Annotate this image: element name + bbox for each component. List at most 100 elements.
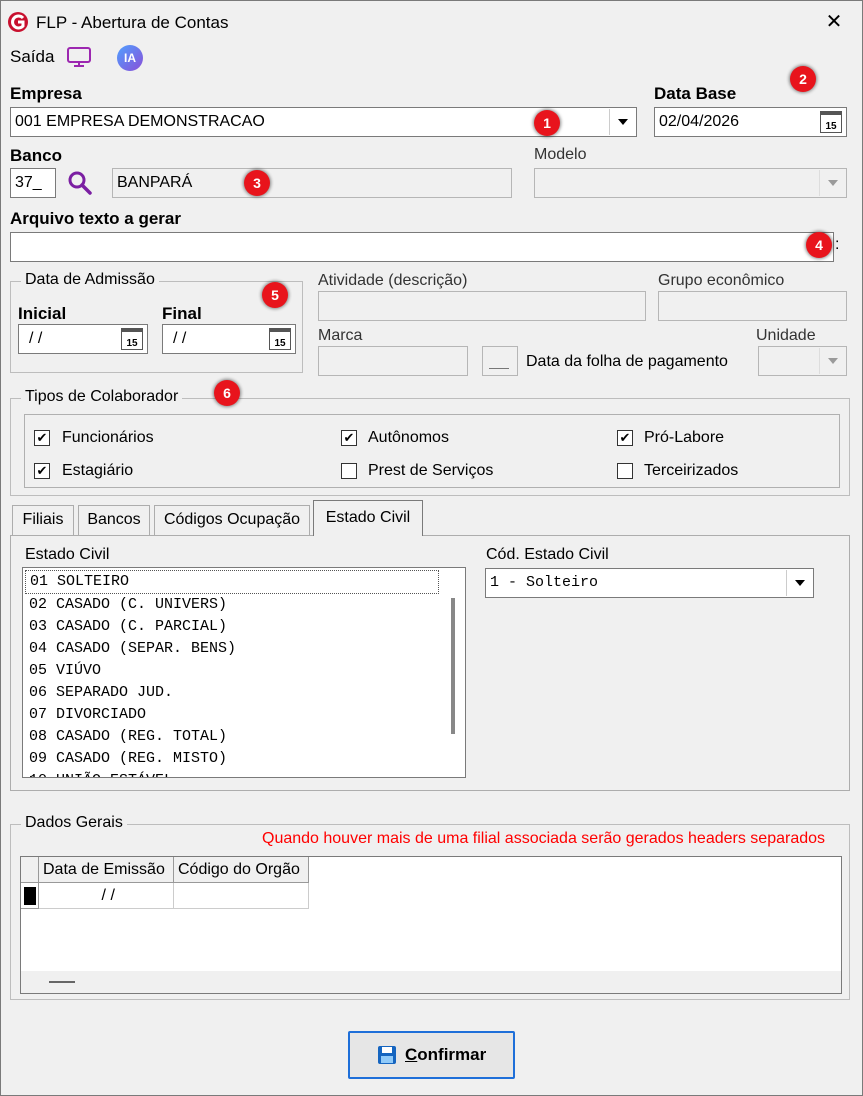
grid-cell-codigo-orgao[interactable] [174, 883, 309, 909]
grid-cell-data-emissao[interactable]: / / [39, 883, 174, 909]
tipos-title: Tipos de Colaborador [21, 388, 183, 406]
banco-label: Banco [10, 146, 62, 165]
grid-corner [21, 857, 39, 883]
grupo-label: Grupo econômico [658, 272, 785, 289]
autonomos-label: Autônomos [368, 429, 449, 446]
inicial-value: / / [29, 330, 43, 347]
unidade-label: Unidade [756, 327, 816, 344]
checkbox-pro-labore[interactable]: ✔ [617, 430, 633, 446]
list-item[interactable]: 01 SOLTEIRO [25, 570, 439, 594]
chevron-down-icon[interactable] [819, 170, 845, 196]
final-label: Final [162, 304, 202, 323]
annotation-badge: 4 [806, 232, 832, 258]
tab-bancos[interactable]: Bancos [78, 505, 150, 535]
ia-icon[interactable]: IA [117, 45, 143, 71]
estado-civil-listbox[interactable]: 01 SOLTEIRO 02 CASADO (C. UNIVERS) 03 CA… [22, 567, 466, 778]
final-value: / / [173, 330, 187, 347]
data-base-field[interactable]: 02/04/2026 15 [654, 107, 847, 137]
list-item[interactable]: 04 CASADO (SEPAR. BENS) [25, 638, 439, 660]
tab-estado-civil[interactable]: Estado Civil [313, 500, 423, 536]
cod-estado-civil-select[interactable]: 1 - Solteiro [485, 568, 814, 598]
list-item[interactable]: 06 SEPARADO JUD. [25, 682, 439, 704]
list-item[interactable]: 02 CASADO (C. UNIVERS) [25, 594, 439, 616]
cod-estado-civil-label: Cód. Estado Civil [486, 546, 609, 563]
data-base-value: 02/04/2026 [659, 113, 740, 130]
arquivo-suffix: : [835, 236, 840, 253]
cod-estado-civil-value: 1 - Solteiro [490, 574, 599, 591]
empresa-label: Empresa [10, 84, 82, 103]
list-item[interactable]: 05 VIÚVO [25, 660, 439, 682]
annotation-badge: 5 [262, 282, 288, 308]
checkbox-box[interactable] [617, 463, 633, 479]
terceirizados-label: Terceirizados [644, 462, 739, 479]
scrollbar-thumb[interactable] [49, 981, 75, 983]
confirmar-button[interactable]: Confirmar [348, 1031, 515, 1079]
arquivo-label: Arquivo texto a gerar [10, 209, 181, 228]
banco-code-field[interactable]: 37_ [10, 168, 56, 198]
search-icon[interactable] [66, 170, 94, 196]
calendar-icon[interactable]: 15 [121, 328, 143, 350]
grid-header-codigo-orgao[interactable]: Código do Orgão [174, 857, 309, 883]
estagiario-label: Estagiário [62, 462, 134, 479]
folha-label: Data da folha de pagamento [526, 353, 728, 370]
annotation-badge: 3 [244, 170, 270, 196]
row-indicator [21, 883, 39, 909]
window-title: FLP - Abertura de Contas [36, 13, 229, 32]
list-item[interactable]: 03 CASADO (C. PARCIAL) [25, 616, 439, 638]
marca-field [318, 346, 468, 376]
checkbox-box[interactable]: ✔ [34, 430, 50, 446]
grid-header-data-emissao[interactable]: Data de Emissão [39, 857, 174, 883]
dados-gerais-warning: Quando houver mais de uma filial associa… [262, 830, 826, 847]
admissao-title: Data de Admissão [21, 271, 159, 289]
calendar-icon[interactable]: 15 [820, 111, 842, 133]
checkbox-box[interactable]: ✔ [34, 463, 50, 479]
modelo-select[interactable] [534, 168, 847, 198]
save-icon [377, 1045, 397, 1065]
dados-gerais-grid[interactable]: Data de Emissão Código do Orgão / / [20, 856, 842, 994]
calendar-icon[interactable]: 15 [269, 328, 291, 350]
chevron-down-icon[interactable] [609, 109, 635, 135]
banco-name-field: BANPARÁ [112, 168, 512, 198]
checkbox-terceirizados[interactable] [617, 463, 633, 479]
checkbox-prest-servicos[interactable] [341, 463, 357, 479]
prest-servicos-label: Prest de Serviços [368, 462, 494, 479]
saida-label: Saída [10, 47, 55, 66]
chevron-down-icon[interactable] [819, 348, 845, 374]
banco-code: 37_ [15, 174, 42, 191]
chevron-down-icon[interactable] [786, 570, 812, 596]
banco-name: BANPARÁ [117, 174, 193, 191]
checkbox-box[interactable] [341, 463, 357, 479]
folha-placeholder [489, 368, 509, 369]
checkbox-estagiario[interactable]: ✔ [34, 463, 50, 479]
monitor-icon[interactable] [66, 45, 92, 69]
modelo-label: Modelo [534, 146, 587, 163]
estado-civil-items: 01 SOLTEIRO 02 CASADO (C. UNIVERS) 03 CA… [25, 570, 439, 777]
grid-scrollbar[interactable] [21, 971, 841, 993]
annotation-badge: 1 [534, 110, 560, 136]
close-button[interactable]: ✕ [822, 10, 846, 34]
empresa-value: 001 EMPRESA DEMONSTRACAO [15, 113, 265, 130]
list-item[interactable]: 08 CASADO (REG. TOTAL) [25, 726, 439, 748]
inicial-field[interactable]: / / 15 [18, 324, 148, 354]
annotation-badge: 6 [214, 380, 240, 406]
checkbox-autonomos[interactable]: ✔ [341, 430, 357, 446]
annotation-badge: 2 [790, 66, 816, 92]
tab-codigos-ocupacao[interactable]: Códigos Ocupação [154, 505, 310, 535]
checkbox-box[interactable]: ✔ [341, 430, 357, 446]
checkbox-funcionarios[interactable]: ✔ [34, 430, 50, 446]
checkbox-box[interactable]: ✔ [617, 430, 633, 446]
list-item[interactable]: 07 DIVORCIADO [25, 704, 439, 726]
scrollbar-thumb[interactable] [451, 598, 455, 734]
list-item[interactable]: 10 UNIÃO ESTÁVEL [25, 770, 439, 777]
marca-label: Marca [318, 327, 363, 344]
app-logo-icon [6, 10, 30, 34]
arquivo-field[interactable] [10, 232, 834, 262]
list-item[interactable]: 09 CASADO (REG. MISTO) [25, 748, 439, 770]
tab-filiais[interactable]: Filiais [12, 505, 74, 535]
pro-labore-label: Pró-Labore [644, 429, 725, 446]
final-field[interactable]: / / 15 [162, 324, 296, 354]
atividade-label: Atividade (descrição) [318, 272, 468, 289]
unidade-select[interactable] [758, 346, 847, 376]
atividade-field [318, 291, 646, 321]
funcionarios-label: Funcionários [62, 429, 154, 446]
